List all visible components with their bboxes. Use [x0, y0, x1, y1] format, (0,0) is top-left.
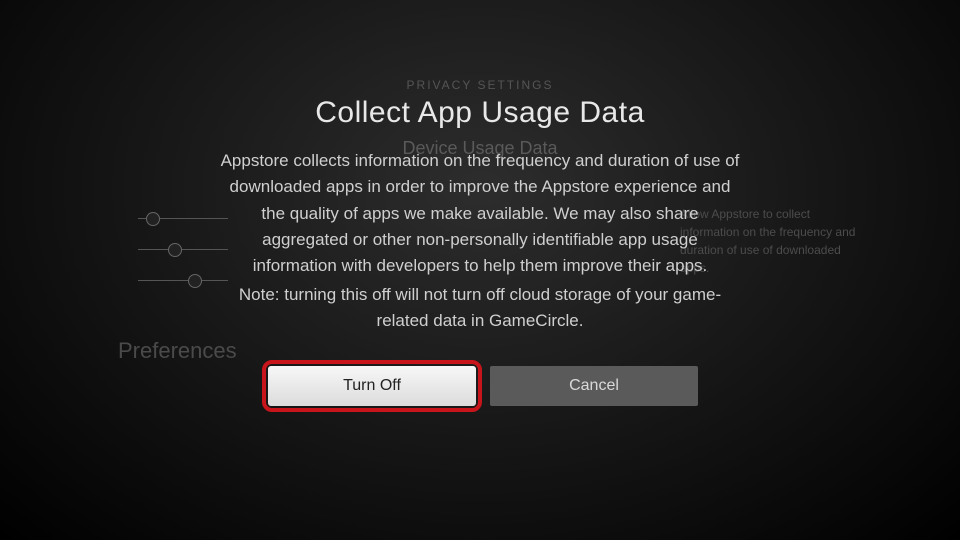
- dialog-body-note: Note: turning this off will not turn off…: [220, 282, 740, 335]
- turn-off-button[interactable]: Turn Off: [268, 366, 476, 406]
- confirm-dialog: Collect App Usage Data Appstore collects…: [0, 0, 960, 540]
- dialog-button-row: Turn Off Cancel: [262, 360, 698, 412]
- turn-off-button-highlight: Turn Off: [262, 360, 482, 412]
- dialog-body-main: Appstore collects information on the fre…: [221, 151, 740, 275]
- dialog-title: Collect App Usage Data: [315, 96, 645, 130]
- dialog-body: Appstore collects information on the fre…: [220, 148, 740, 334]
- cancel-button[interactable]: Cancel: [490, 366, 698, 406]
